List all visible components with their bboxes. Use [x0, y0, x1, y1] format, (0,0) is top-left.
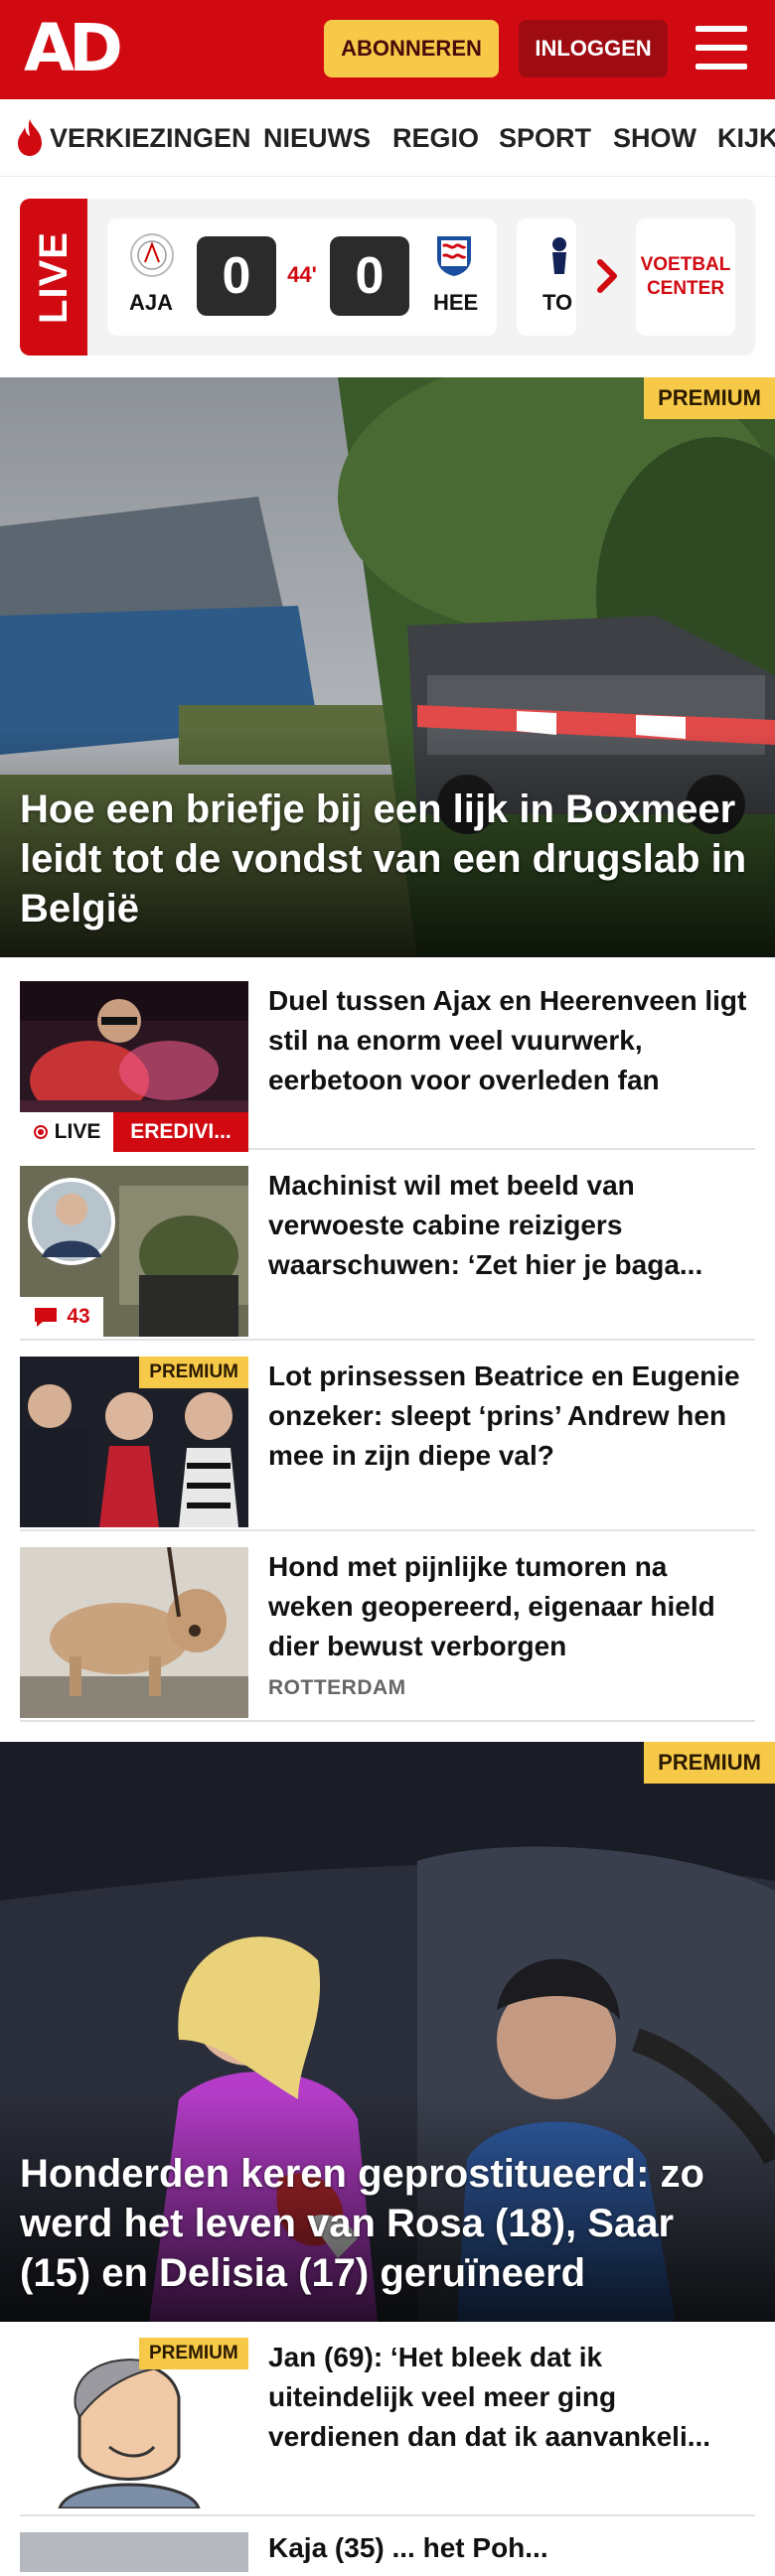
article-3-thumbnail: PREMIUM	[20, 1357, 248, 1527]
nav-item-show[interactable]: SHOW	[613, 119, 697, 157]
live-dot-icon	[33, 1125, 48, 1139]
article-4-region[interactable]: ROTTERDAM	[268, 1676, 406, 1700]
live-scores-bar: LIVE AJA 0 44' 0 HEE TO VOETBAL CENTER	[20, 199, 755, 356]
live-text: LIVE	[54, 1120, 101, 1143]
premium-badge: PREMIUM	[644, 377, 775, 419]
login-button[interactable]: INLOGGEN	[519, 20, 668, 77]
article-2-thumbnail: 43	[20, 1166, 248, 1337]
hamburger-menu-icon[interactable]	[696, 26, 747, 70]
article-4-thumbnail	[20, 1547, 248, 1718]
article-4-title[interactable]: Hond met pijnlijke tumoren na weken geop…	[268, 1547, 749, 1666]
dog-photo	[20, 1547, 248, 1718]
article-row-5[interactable]: PREMIUM Jan (69): ‘Het bleek dat ik uite…	[20, 2322, 755, 2516]
comment-icon	[35, 1308, 58, 1327]
nav-item-sport[interactable]: SPORT	[499, 119, 591, 157]
match-minute: 44'	[287, 262, 317, 287]
hero-1-title[interactable]: Hoe een briefje bij een lijk in Boxmeer …	[20, 785, 755, 933]
premium-badge: PREMIUM	[644, 1742, 775, 1784]
live-badge: LIVE EREDIVI...	[20, 1112, 248, 1152]
premium-badge: PREMIUM	[139, 2338, 248, 2369]
article-2-title[interactable]: Machinist wil met beeld van verwoeste ca…	[268, 1166, 749, 1285]
article-1-thumbnail: LIVE EREDIVI...	[20, 981, 248, 1152]
away-team: HEE	[433, 290, 479, 315]
nav-item-kijk[interactable]: KIJK	[717, 119, 775, 157]
chevron-right-icon[interactable]	[592, 256, 622, 296]
next-team: TO	[542, 290, 573, 315]
site-header: AD ABONNEREN INLOGGEN	[0, 0, 775, 99]
section-nav: VERKIEZINGEN NIEUWS REGIO SPORT SHOW KIJ…	[0, 99, 775, 177]
comment-count-value: 43	[67, 1305, 90, 1328]
ajax-crest-icon	[130, 233, 174, 277]
voetbal-center-link[interactable]: VOETBAL CENTER	[636, 218, 735, 336]
hero-2-title[interactable]: Honderden keren geprostitueerd: zo werd …	[20, 2149, 755, 2298]
article-row-3[interactable]: PREMIUM Lot prinsessen Beatrice en Eugen…	[20, 1341, 755, 1531]
home-score: 0	[197, 236, 276, 316]
spurs-crest-icon	[552, 237, 566, 274]
subscribe-button[interactable]: ABONNEREN	[324, 20, 499, 77]
article-row-2[interactable]: 43 Machinist wil met beeld van verwoeste…	[20, 1150, 755, 1341]
premium-badge: PREMIUM	[139, 1357, 248, 1388]
ad-logo[interactable]: AD	[24, 16, 123, 81]
article-row-6[interactable]: Kaja (35) ... het Poh...	[20, 2516, 755, 2576]
home-team: AJA	[129, 290, 174, 315]
nav-item-regio[interactable]: REGIO	[392, 119, 479, 157]
article-6-thumbnail	[20, 2532, 248, 2572]
article-row-4[interactable]: Hond met pijnlijke tumoren na weken geop…	[20, 1531, 755, 1722]
nav-item-nieuws[interactable]: NIEUWS	[263, 119, 371, 157]
hero-article-1[interactable]: PREMIUM Hoe een briefje bij een lijk in …	[0, 377, 775, 957]
live-label: LIVE	[31, 230, 76, 324]
article-1-title[interactable]: Duel tussen Ajax en Heerenveen ligt stil…	[268, 981, 749, 1100]
hero-article-2[interactable]: PREMIUM Honderden keren geprostitueerd: …	[0, 1742, 775, 2322]
next-match-card[interactable]: TO	[517, 218, 576, 336]
comment-count[interactable]: 43	[20, 1297, 103, 1337]
flame-icon	[18, 119, 42, 156]
heerenveen-crest-icon	[437, 236, 471, 276]
article-row-1[interactable]: LIVE EREDIVI... Duel tussen Ajax en Heer…	[20, 965, 755, 1152]
category-label: EREDIVI...	[113, 1112, 248, 1152]
article-6-title[interactable]: Kaja (35) ... het Poh...	[268, 2528, 749, 2568]
live-tab[interactable]: LIVE	[20, 199, 87, 356]
article-5-title[interactable]: Jan (69): ‘Het bleek dat ik uiteindelijk…	[268, 2338, 749, 2457]
article-5-thumbnail: PREMIUM	[20, 2338, 248, 2508]
nav-item-verkiezingen[interactable]: VERKIEZINGEN	[50, 119, 251, 157]
match-card[interactable]: AJA 0 44' 0 HEE	[107, 218, 497, 336]
away-score: 0	[330, 236, 409, 316]
article-3-title[interactable]: Lot prinsessen Beatrice en Eugenie onzek…	[268, 1357, 749, 1476]
live-indicator: LIVE	[20, 1112, 113, 1152]
